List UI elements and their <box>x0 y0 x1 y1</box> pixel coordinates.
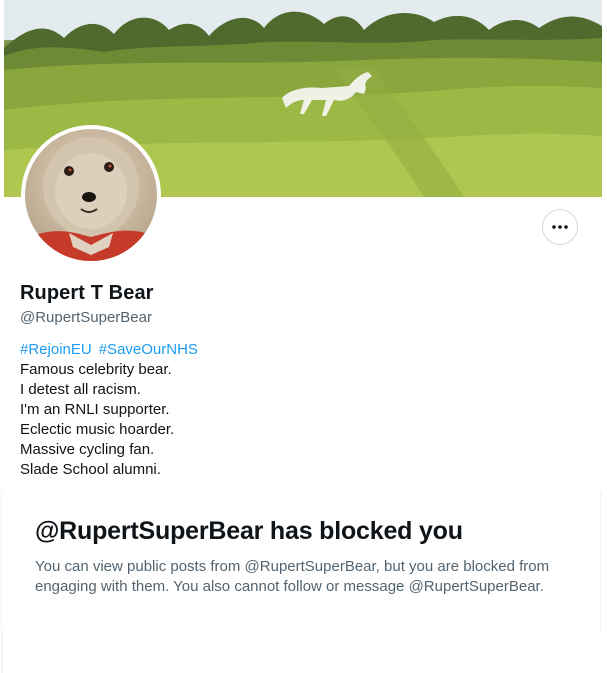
blocked-title: @RupertSuperBear has blocked you <box>35 517 463 545</box>
blocked-notice: @RupertSuperBear has blocked you You can… <box>1 491 601 631</box>
bio-line: Famous celebrity bear. <box>20 361 172 378</box>
profile-display-name: Rupert T Bear <box>20 282 154 304</box>
bear-avatar-image <box>25 137 157 261</box>
hashtag-link[interactable]: #SaveOurNHS <box>99 340 198 360</box>
panel-divider <box>1 631 3 673</box>
bio-line: Eclectic music hoarder. <box>20 421 175 438</box>
bio-line: I'm an RNLI supporter. <box>20 401 170 418</box>
more-horizontal-icon <box>552 225 568 229</box>
avatar[interactable] <box>25 129 157 261</box>
avatar-frame[interactable] <box>21 125 161 265</box>
profile-page: Rupert T Bear @RupertSuperBear #RejoinEU… <box>0 0 607 673</box>
more-options-button[interactable] <box>542 209 578 245</box>
blocked-message: You can view public posts from @RupertSu… <box>35 558 550 595</box>
bio-line: I detest all racism. <box>20 381 141 398</box>
bio-line: Slade School alumni. <box>20 461 161 478</box>
profile-bio: #RejoinEU #SaveOurNHS Famous celebrity b… <box>20 340 198 480</box>
profile-handle: @RupertSuperBear <box>20 309 152 326</box>
hashtag-link[interactable]: #RejoinEU <box>20 340 92 360</box>
bio-hashtags: #RejoinEU #SaveOurNHS <box>20 340 198 360</box>
bio-line: Massive cycling fan. <box>20 441 155 458</box>
